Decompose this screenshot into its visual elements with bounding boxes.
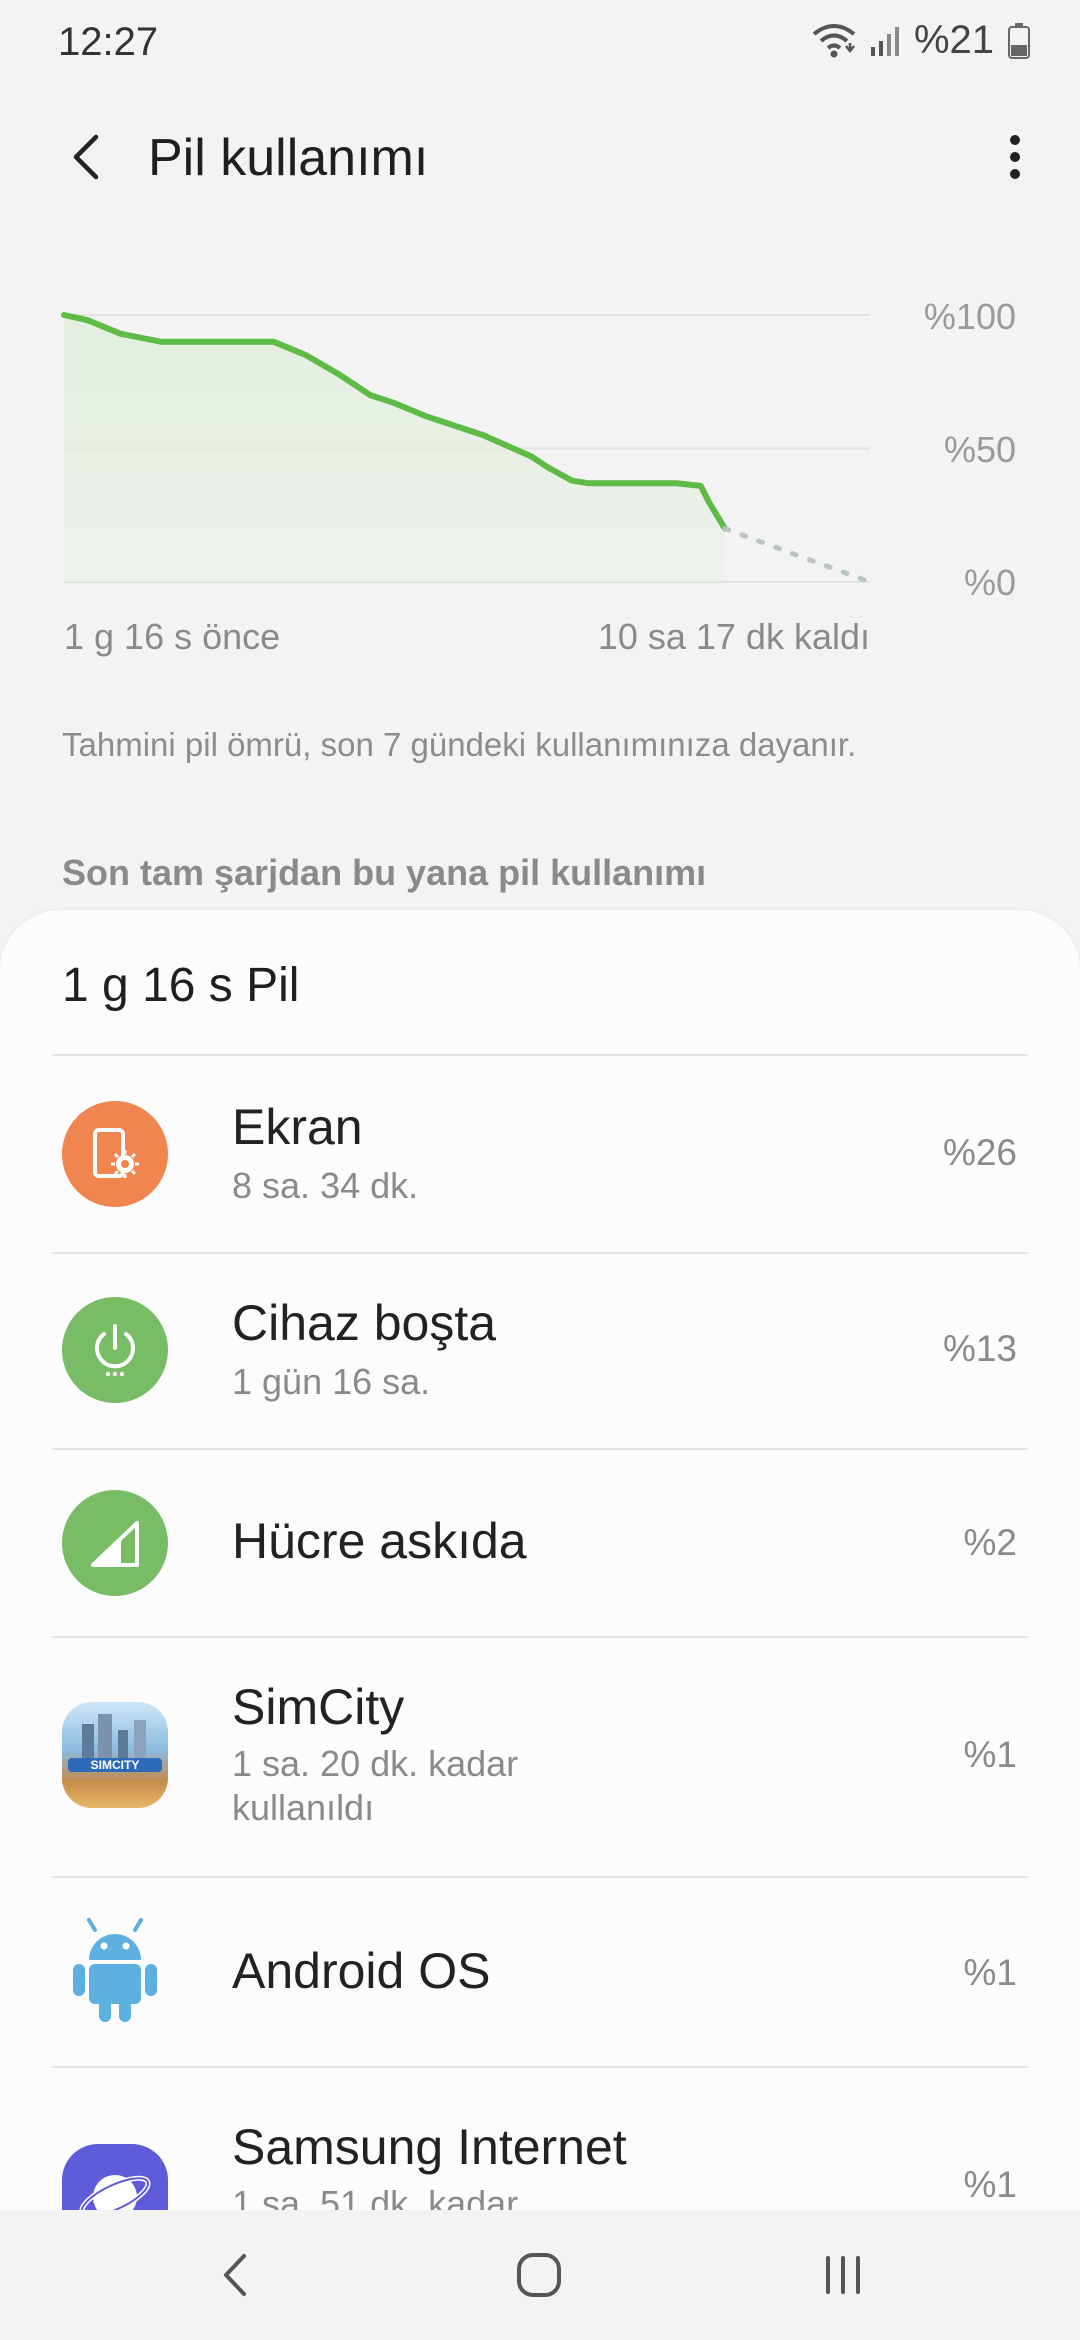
nav-back-button[interactable]: [190, 2240, 280, 2310]
row-title: Cihaz boşta: [232, 1295, 497, 1351]
status-bar: 12:27 %21: [0, 0, 1080, 86]
nav-home-button[interactable]: [494, 2240, 584, 2310]
row-title: Samsung Internet: [232, 2119, 627, 2175]
row-subtitle: 1 gün 16 sa.: [232, 1361, 431, 1402]
y-tick-100: %100: [923, 296, 1016, 337]
row-title: Hücre askıda: [232, 1513, 527, 1569]
usage-row-hucre-askida[interactable]: Hücre askıda %2: [0, 1450, 1080, 1636]
row-title: Ekran: [232, 1099, 363, 1155]
android-icon: [62, 1918, 168, 2024]
row-percent: %2: [963, 1522, 1017, 1563]
status-time: 12:27: [58, 20, 159, 64]
usage-row-ekran[interactable]: Ekran 8 sa. 34 dk. %26: [0, 1056, 1080, 1252]
usage-row-simcity[interactable]: SIMCITY SimCity 1 sa. 20 dk. kadar kulla…: [0, 1638, 1080, 1876]
prediction-line: [722, 526, 873, 585]
row-subtitle: 1 sa. 51 dk. kadar: [232, 2183, 519, 2210]
row-percent: %1: [963, 1952, 1017, 1993]
row-title: SimCity: [232, 1679, 405, 1735]
wifi-icon: [812, 23, 856, 58]
row-subtitle: 8 sa. 34 dk.: [232, 1165, 419, 1206]
more-vertical-icon: [1010, 135, 1020, 179]
usage-card: 1 g 16 s Pil Ekran 8 sa. 34 dk. %26 Ciha…: [0, 910, 1080, 2210]
battery-chart: %100 %50 %0 1 g 16 s önce 10 sa 17 dk ka…: [0, 280, 1080, 680]
page-title: Pil kullanımı: [148, 129, 429, 187]
samsung-internet-icon: [62, 2144, 168, 2210]
cell-signal-icon: [870, 25, 900, 57]
row-percent: %26: [942, 1132, 1017, 1173]
usage-row-android-os[interactable]: Android OS %1: [0, 1878, 1080, 2066]
x-start-label: 1 g 16 s önce: [64, 616, 281, 657]
battery-percent: %21: [913, 18, 994, 62]
estimate-note: Tahmini pil ömrü, son 7 gündeki kullanım…: [62, 726, 857, 763]
nav-recents-icon: [826, 2256, 860, 2294]
status-icons: %21: [812, 18, 1030, 63]
usage-header: 1 g 16 s Pil: [62, 959, 300, 1012]
y-tick-50: %50: [943, 429, 1016, 470]
simcity-logo-text: SIMCITY: [91, 1758, 140, 1772]
row-subtitle: 1 sa. 20 dk. kadar kullanıldı: [232, 1743, 519, 1828]
row-percent: %1: [963, 2164, 1017, 2205]
screen-icon: [62, 1101, 168, 1207]
power-icon: [62, 1297, 168, 1403]
row-title: Android OS: [232, 1943, 491, 1999]
nav-recents-button[interactable]: [798, 2240, 888, 2310]
row-percent: %1: [963, 1734, 1017, 1775]
usage-row-cihaz-bosta[interactable]: Cihaz boşta 1 gün 16 sa. %13: [0, 1254, 1080, 1448]
back-arrow-icon: [73, 134, 99, 180]
nav-back-icon: [224, 2254, 246, 2296]
back-button[interactable]: [50, 122, 120, 192]
more-options-button[interactable]: [980, 122, 1050, 192]
app-bar: Pil kullanımı: [0, 100, 1080, 220]
usage-row-samsung-internet[interactable]: Samsung Internet 1 sa. 51 dk. kadar %1: [0, 2068, 1080, 2210]
battery-icon: [1008, 22, 1030, 59]
y-tick-0: %0: [963, 562, 1016, 603]
x-end-label: 10 sa 17 dk kaldı: [597, 616, 870, 657]
row-percent: %13: [942, 1328, 1017, 1369]
signal-icon: [62, 1490, 168, 1596]
simcity-icon: SIMCITY: [62, 1702, 168, 1808]
navigation-bar: [0, 2210, 1080, 2340]
nav-home-icon: [517, 2253, 561, 2297]
section-label: Son tam şarjdan bu yana pil kullanımı: [62, 852, 707, 893]
